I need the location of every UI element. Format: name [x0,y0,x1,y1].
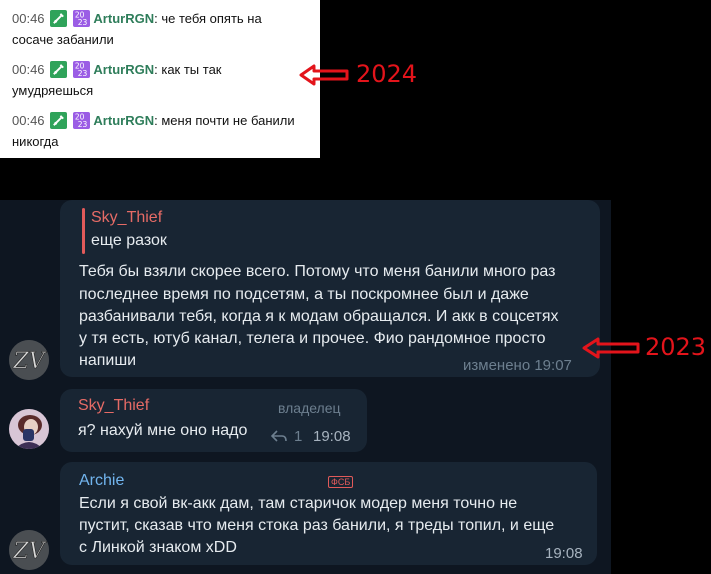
svg-text:23: 23 [78,120,88,129]
reply-arrow-icon[interactable] [271,430,287,442]
user-photo-icon [9,409,49,449]
colon: : [154,11,158,26]
svg-text:23: 23 [78,69,88,78]
message-text-line: напиши [79,352,137,369]
2023-badge-icon: 2023 [72,10,90,27]
message-time: 00:46 [12,113,45,128]
message-time: 19:08 [313,428,351,445]
svg-text:23: 23 [78,18,88,27]
message-text-line: с Линкой знаком xDD [79,539,237,556]
2023-badge-icon: 2023 [72,61,90,78]
message-text-line2: сосаче забанили [12,32,114,47]
telegram-chat-panel: Sky_Thief еще разок Тебя бы взяли скорее… [0,200,611,574]
avatar-label: ZV [12,349,46,374]
message-time: 00:46 [12,11,45,26]
message-meta: изменено 19:07 [463,357,572,374]
reply-bar [82,208,85,254]
message-text-line: у тя есть, ютуб канал, телега и прочее. … [79,330,546,347]
chat-username[interactable]: ArturRGN [93,113,154,128]
sword-badge-icon [50,112,68,129]
message-author[interactable]: Archie [79,472,124,490]
avatar[interactable] [9,409,49,449]
custom-title-tag: ФСБ [328,476,354,488]
edited-label: изменено [463,357,531,374]
chat-message: 00:46 20 23 ArturRGN: меня почти не банил… [12,110,312,152]
avatar-label: ZV [12,539,46,564]
message-bubble[interactable]: Sky_Thief еще разок Тебя бы взяли скорее… [60,200,600,377]
colon: : [154,113,158,128]
left-arrow-icon [299,64,349,86]
sword-badge-icon [50,61,68,78]
owner-role: владелец [278,400,341,416]
message-text-line: Тебя бы взяли скорее всего. Потому что м… [79,263,556,280]
left-arrow-icon [582,337,640,359]
message-text-line: разбанивали тебя, когда я к модам обраща… [79,308,559,325]
year-label-2023: 2023 [645,333,707,361]
2023-badge-icon: 2023 [72,112,90,129]
message-text-line: пустит, сказав что меня стока раз банили… [79,517,555,534]
avatar[interactable]: ZV [9,340,49,380]
reply-text: еще разок [91,232,167,249]
message-text-line2: умудряешься [12,83,94,98]
message-text-line: последнее время по подсетям, а ты поскро… [79,286,529,303]
twitch-chat-panel: 00:46 20 23 ArturRGN: че тебя опять на со… [0,0,320,158]
chat-username[interactable]: ArturRGN [93,11,154,26]
chat-message: 00:46 20 23 ArturRGN: че тебя опять на со… [12,8,312,50]
message-author[interactable]: Sky_Thief [78,397,149,415]
chat-username[interactable]: ArturRGN [93,62,154,77]
message-text-line2: никогда [12,134,59,149]
message-time: 00:46 [12,62,45,77]
message-time: 19:07 [534,357,572,374]
message-text: как ты так [161,62,222,77]
message-text: меня почти не банили [161,113,295,128]
year-label-2024: 2024 [356,60,418,88]
message-bubble[interactable]: Archie ФСБ Если я свой вк-акк дам, там с… [60,462,597,565]
chat-message: 00:46 20 23 ArturRGN: как ты так умудряеш… [12,59,312,101]
message-time: 19:08 [545,545,583,562]
colon: : [154,62,158,77]
message-text: я? нахуй мне оно надо [78,422,248,439]
sword-badge-icon [50,10,68,27]
message-bubble[interactable]: Sky_Thief владелец я? нахуй мне оно надо… [60,389,367,452]
zv-avatar-icon: ZV [9,340,49,380]
zv-avatar-icon: ZV [9,530,49,570]
message-text-line: Если я свой вк-акк дам, там старичок мод… [79,495,518,512]
message-text: че тебя опять на [161,11,262,26]
reply-count[interactable]: 1 [294,428,302,445]
reply-author[interactable]: Sky_Thief [91,209,162,227]
avatar[interactable]: ZV [9,530,49,570]
